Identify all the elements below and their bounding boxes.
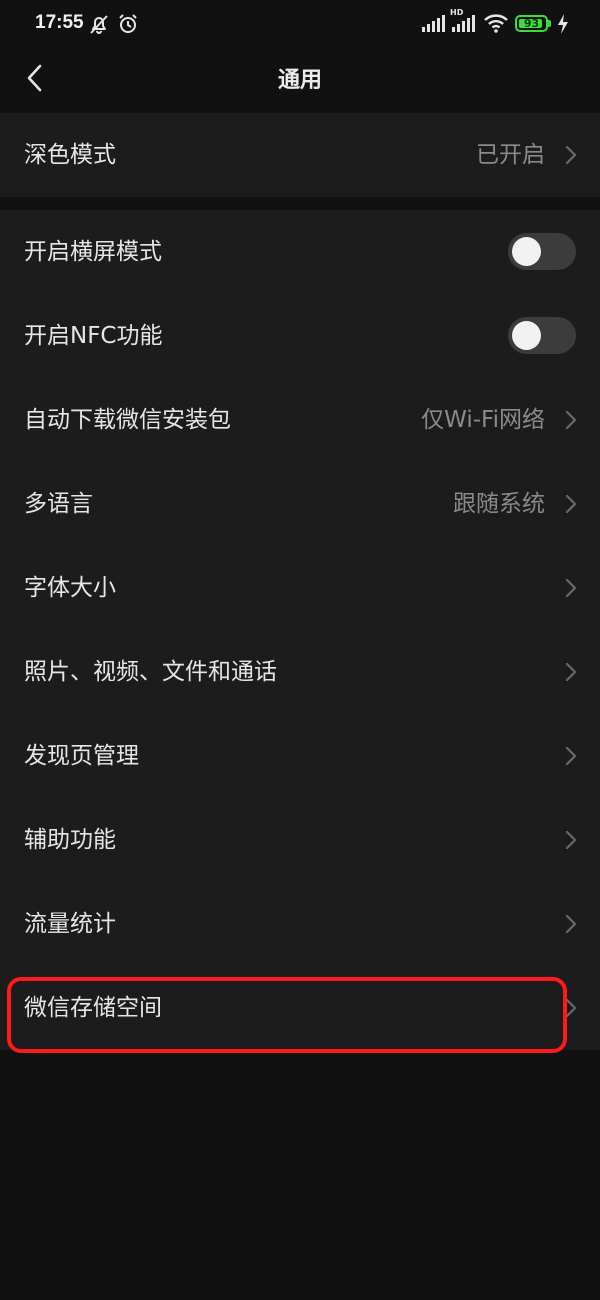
page-title: 通用 [277,68,322,93]
chevron-right-icon [565,998,577,1018]
setting-nfc: 开启NFC功能 [0,294,600,378]
battery-level-text: 93 [523,17,540,30]
settings-group-display: 深色模式 已开启 [0,113,600,197]
setting-auto-download[interactable]: 自动下载微信安装包 仅Wi-Fi网络 [0,378,600,462]
chevron-right-icon [565,914,577,934]
toggle-knob [512,321,541,350]
settings-group-general: 开启横屏模式 开启NFC功能 自动下载微信安装包 仅Wi-Fi网络 多语言 跟随… [0,210,600,1050]
landscape-toggle[interactable] [508,233,576,270]
setting-storage[interactable]: 微信存储空间 [0,966,600,1050]
setting-label: 流量统计 [24,911,116,937]
setting-landscape-mode: 开启横屏模式 [0,210,600,294]
chevron-right-icon [565,830,577,850]
status-bar: 17:55 HD 93 [0,0,600,50]
nfc-toggle[interactable] [508,317,576,354]
chevron-right-icon [565,746,577,766]
setting-language[interactable]: 多语言 跟随系统 [0,462,600,546]
battery-icon: 93 [515,15,552,32]
chevron-right-icon [565,578,577,598]
setting-label: 辅助功能 [24,827,116,853]
toggle-knob [512,237,541,266]
status-time: 17:55 [35,12,84,33]
wifi-icon [483,13,509,37]
screen: 17:55 HD 93 通用 深色模式 已开启 开启横屏模式 开启NFC功能 自… [0,0,600,1300]
hd-signal-icon: HD [450,8,476,36]
chevron-right-icon [565,662,577,682]
setting-label: 开启NFC功能 [24,323,163,349]
chevron-right-icon [565,410,577,430]
setting-label: 自动下载微信安装包 [24,407,231,433]
mute-icon [88,13,110,39]
nav-bar: 通用 [0,50,600,110]
setting-value: 跟随系统 [453,491,545,517]
setting-font-size[interactable]: 字体大小 [0,546,600,630]
setting-label: 微信存储空间 [24,995,162,1021]
setting-traffic[interactable]: 流量统计 [0,882,600,966]
setting-accessibility[interactable]: 辅助功能 [0,798,600,882]
chevron-right-icon [565,145,577,165]
setting-label: 照片、视频、文件和通话 [24,659,277,685]
setting-dark-mode[interactable]: 深色模式 已开启 [0,113,600,197]
setting-value: 仅Wi-Fi网络 [421,407,545,433]
setting-value: 已开启 [476,142,545,168]
chevron-right-icon [565,494,577,514]
setting-discover[interactable]: 发现页管理 [0,714,600,798]
setting-label: 开启横屏模式 [24,239,162,265]
charging-icon [557,14,569,38]
setting-media[interactable]: 照片、视频、文件和通话 [0,630,600,714]
signal-icon [421,14,445,36]
setting-label: 多语言 [24,491,93,517]
setting-label: 字体大小 [24,575,116,601]
alarm-icon [117,13,139,39]
hd-label: HD [450,8,464,17]
setting-label: 发现页管理 [24,743,139,769]
setting-label: 深色模式 [24,142,116,168]
